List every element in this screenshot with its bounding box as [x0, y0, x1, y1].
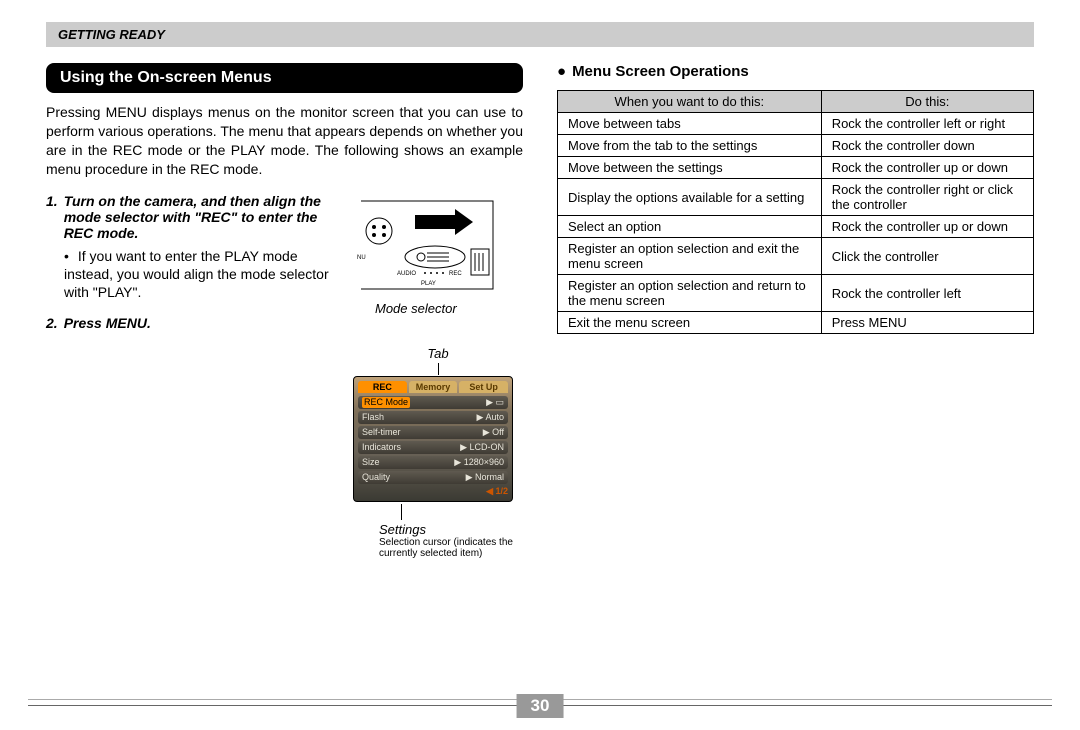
operations-table: When you want to do this: Do this: Move …	[557, 90, 1034, 334]
table-row: Display the options available for a sett…	[558, 179, 1034, 216]
lcd-setting-flash: Flash ▶ Auto	[358, 411, 508, 424]
lcd-setting-recmode: REC Mode ▶ ▭	[358, 396, 508, 409]
lcd-tab-row: REC Memory Set Up	[358, 381, 508, 393]
settings-pointer-line	[401, 504, 402, 520]
rec-label: REC	[449, 271, 462, 277]
lcd-tab-rec: REC	[358, 381, 407, 393]
lcd-tab-setup: Set Up	[459, 381, 508, 393]
camera-diagram-icon: NU AUDIO REC PLAY	[353, 197, 503, 297]
table-row: Move between the settings Rock the contr…	[558, 157, 1034, 179]
two-column-layout: Using the On-screen Menus Pressing MENU …	[46, 47, 1034, 568]
lcd-page-indicator: ◀ 1/2	[358, 486, 508, 497]
selection-cursor-caption: Selection cursor (indicates the currentl…	[379, 537, 523, 560]
lcd-setting-selftimer: Self-timer ▶ Off	[358, 426, 508, 439]
intro-paragraph: Pressing MENU displays menus on the moni…	[46, 103, 523, 179]
section-title: Using the On-screen Menus	[46, 63, 523, 93]
settings-caption: Settings	[379, 522, 523, 537]
bullet-icon: •	[64, 247, 74, 265]
manual-page: GETTING READY Using the On-screen Menus …	[0, 0, 1080, 730]
step1-row: 1. Turn on the camera, and then align th…	[46, 193, 523, 560]
table-row: Move from the tab to the settings Rock t…	[558, 135, 1034, 157]
figure-column: NU AUDIO REC PLAY Mode selector Tab	[353, 193, 523, 560]
right-column: ●Menu Screen Operations When you want to…	[557, 63, 1034, 568]
mode-selector-figure: NU AUDIO REC PLAY	[353, 197, 503, 297]
table-row: Select an option Rock the controller up …	[558, 216, 1034, 238]
nu-label: NU	[357, 255, 366, 261]
step1-number: 1.	[46, 193, 58, 241]
mode-selector-caption: Mode selector	[375, 301, 523, 316]
play-label: PLAY	[421, 281, 436, 287]
table-row: Move between tabs Rock the controller le…	[558, 113, 1034, 135]
ops-th-do: Do this:	[821, 91, 1033, 113]
table-row: Register an option selection and exit th…	[558, 238, 1034, 275]
table-row: Register an option selection and return …	[558, 275, 1034, 312]
step1-text-block: 1. Turn on the camera, and then align th…	[46, 193, 335, 560]
lcd-menu-figure: REC Memory Set Up REC Mode ▶ ▭ Flash ▶ A…	[353, 376, 513, 502]
operations-heading: ●Menu Screen Operations	[557, 63, 1034, 80]
tab-caption: Tab	[353, 346, 523, 361]
audio-label: AUDIO	[397, 271, 416, 277]
lcd-setting-indicators: Indicators ▶ LCD-ON	[358, 441, 508, 454]
left-column: Using the On-screen Menus Pressing MENU …	[46, 63, 523, 568]
table-row: Exit the menu screen Press MENU	[558, 312, 1034, 334]
lcd-tab-memory: Memory	[409, 381, 458, 393]
lcd-setting-size: Size ▶ 1280×960	[358, 456, 508, 469]
step2-text: Press MENU.	[64, 315, 151, 331]
lcd-setting-quality: Quality ▶ Normal	[358, 471, 508, 484]
step2-number: 2.	[46, 315, 58, 331]
tab-pointer-line	[438, 363, 439, 375]
page-number: 30	[517, 694, 564, 718]
section-header: GETTING READY	[46, 22, 1034, 47]
step1-text: Turn on the camera, and then align the m…	[64, 193, 335, 241]
ops-th-want: When you want to do this:	[558, 91, 822, 113]
step1-note: If you want to enter the PLAY mode inste…	[64, 248, 329, 300]
bullet-dot-icon: ●	[557, 63, 566, 80]
